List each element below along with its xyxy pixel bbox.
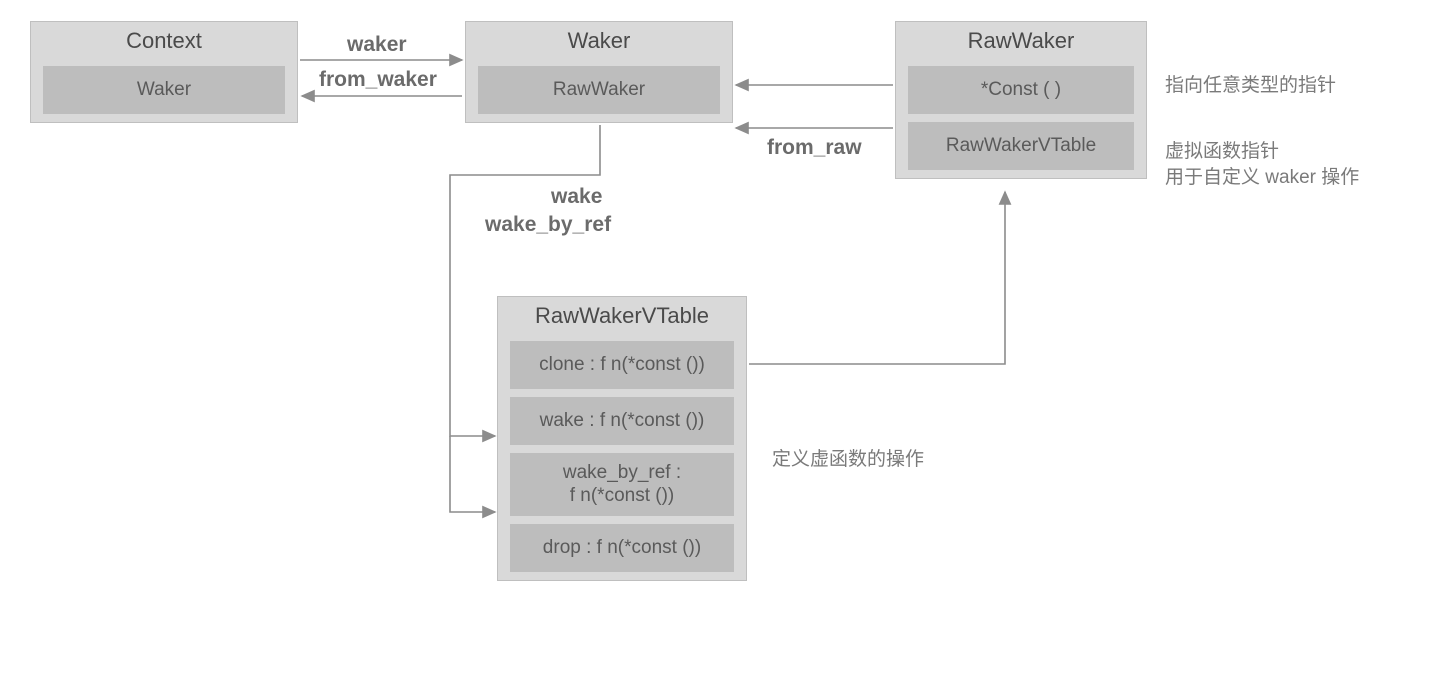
vtable-field-wake: wake : f n(*const ()) <box>510 397 734 445</box>
annot-ptr: 指向任意类型的指针 <box>1165 70 1336 97</box>
arrow-clone-to-rawwaker <box>749 192 1005 364</box>
context-field-waker: Waker <box>43 66 285 114</box>
label-from-waker: from_waker <box>319 68 437 92</box>
context-box: Context Waker <box>30 21 298 123</box>
rawwaker-title: RawWaker <box>896 22 1146 58</box>
label-from-raw: from_raw <box>767 136 862 160</box>
context-title: Context <box>31 22 297 58</box>
waker-box: Waker RawWaker <box>465 21 733 123</box>
rawwaker-field-const: *Const ( ) <box>908 66 1134 114</box>
rawwaker-box: RawWaker *Const ( ) RawWakerVTable <box>895 21 1147 179</box>
vtable-field-wakebyref: wake_by_ref : f n(*const ()) <box>510 453 734 517</box>
annot-def: 定义虚函数的操作 <box>772 444 924 471</box>
rawwaker-field-vtable: RawWakerVTable <box>908 122 1134 170</box>
waker-title: Waker <box>466 22 732 58</box>
vtable-field-drop: drop : f n(*const ()) <box>510 524 734 572</box>
arrow-waker-to-wakebyref <box>450 436 495 512</box>
label-waker: waker <box>347 33 407 57</box>
vtable-box: RawWakerVTable clone : f n(*const ()) wa… <box>497 296 747 581</box>
label-wake: wake <box>551 185 602 209</box>
annot-vfn2: 用于自定义 waker 操作 <box>1165 162 1359 189</box>
vtable-title: RawWakerVTable <box>498 297 746 333</box>
vtable-field-clone: clone : f n(*const ()) <box>510 341 734 389</box>
label-wake-by-ref: wake_by_ref <box>485 213 611 237</box>
annot-vfn1: 虚拟函数指针 <box>1165 136 1279 163</box>
waker-field-rawwaker: RawWaker <box>478 66 720 114</box>
